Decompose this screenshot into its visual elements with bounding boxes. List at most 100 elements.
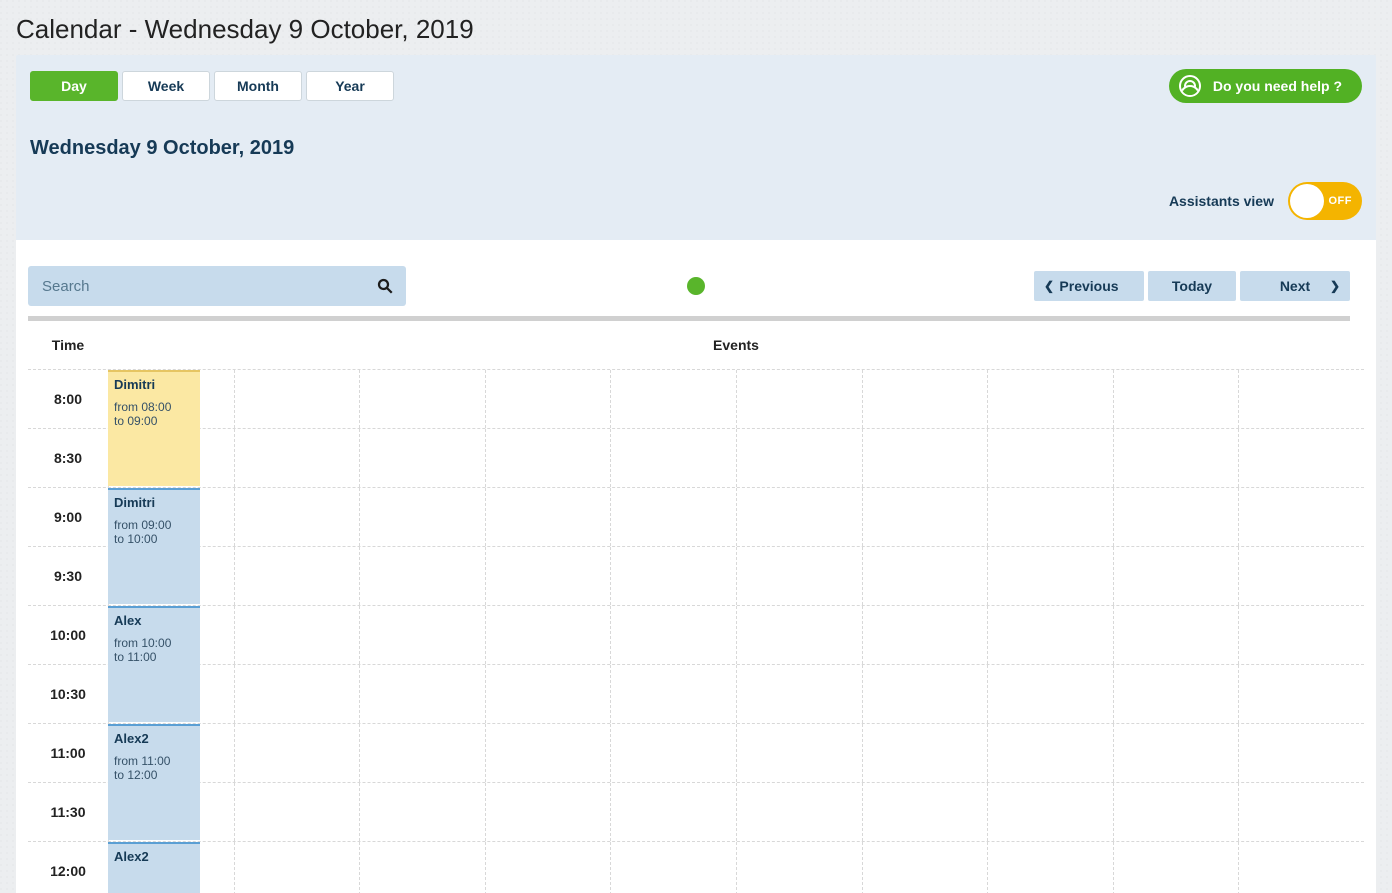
- tab-month[interactable]: Month: [214, 71, 302, 101]
- calendar-cell[interactable]: [359, 842, 485, 893]
- calendar-cell[interactable]: [610, 783, 736, 841]
- calendar-cell[interactable]: [1113, 842, 1239, 893]
- calendar-cell[interactable]: [1113, 724, 1239, 782]
- previous-button[interactable]: ❮ Previous: [1034, 271, 1144, 301]
- calendar-cell[interactable]: [862, 783, 988, 841]
- calendar-cell[interactable]: [862, 724, 988, 782]
- today-button[interactable]: Today: [1148, 271, 1236, 301]
- calendar-cell[interactable]: [1238, 606, 1364, 664]
- calendar-cell[interactable]: [862, 606, 988, 664]
- calendar-cell[interactable]: [359, 783, 485, 841]
- calendar-cell[interactable]: [862, 370, 988, 428]
- calendar-cell[interactable]: [1113, 783, 1239, 841]
- calendar-cell[interactable]: [736, 370, 862, 428]
- calendar-cell[interactable]: [736, 783, 862, 841]
- calendar-cell[interactable]: [862, 547, 988, 605]
- calendar-cell[interactable]: [234, 842, 360, 893]
- time-column-header: Time: [28, 337, 108, 353]
- search-input[interactable]: [28, 266, 406, 306]
- calendar-cell[interactable]: [987, 842, 1113, 893]
- calendar-cell[interactable]: [987, 783, 1113, 841]
- calendar-cell[interactable]: [610, 842, 736, 893]
- assistants-view-toggle[interactable]: OFF: [1288, 182, 1362, 220]
- calendar-cell[interactable]: [485, 665, 611, 723]
- help-button[interactable]: Do you need help ?: [1169, 69, 1362, 103]
- calendar-cell[interactable]: [610, 724, 736, 782]
- calendar-cell[interactable]: [1113, 429, 1239, 487]
- calendar-cell[interactable]: [485, 606, 611, 664]
- calendar-cell[interactable]: [485, 842, 611, 893]
- calendar-cell[interactable]: [862, 842, 988, 893]
- calendar-cell[interactable]: [234, 370, 360, 428]
- chevron-right-icon: ❯: [1330, 279, 1340, 293]
- calendar-cell[interactable]: [1238, 488, 1364, 546]
- calendar-cell[interactable]: [736, 488, 862, 546]
- calendar-cell[interactable]: [862, 429, 988, 487]
- calendar-cell[interactable]: [485, 488, 611, 546]
- calendar-cell[interactable]: [359, 547, 485, 605]
- calendar-cell[interactable]: [610, 370, 736, 428]
- next-button[interactable]: Next ❯: [1240, 271, 1350, 301]
- calendar-cell[interactable]: [987, 429, 1113, 487]
- calendar-cell[interactable]: [1113, 370, 1239, 428]
- calendar-cell[interactable]: [485, 429, 611, 487]
- calendar-cell[interactable]: [610, 429, 736, 487]
- calendar-cell[interactable]: [234, 724, 360, 782]
- calendar-cell[interactable]: [359, 606, 485, 664]
- calendar-cell[interactable]: [736, 724, 862, 782]
- calendar-cell[interactable]: [736, 606, 862, 664]
- calendar-cell[interactable]: [1238, 370, 1364, 428]
- calendar-cell[interactable]: [987, 488, 1113, 546]
- calendar-cell[interactable]: [862, 488, 988, 546]
- calendar-cell[interactable]: [359, 429, 485, 487]
- calendar-event[interactable]: Alex2: [108, 842, 200, 893]
- calendar-cell[interactable]: [736, 665, 862, 723]
- calendar-cell[interactable]: [987, 724, 1113, 782]
- calendar-event[interactable]: Dimitrifrom 09:00 to 10:00: [108, 488, 200, 604]
- calendar-event[interactable]: Alexfrom 10:00 to 11:00: [108, 606, 200, 722]
- calendar-cell[interactable]: [736, 429, 862, 487]
- search-button[interactable]: [370, 271, 400, 301]
- calendar-cell[interactable]: [610, 547, 736, 605]
- calendar-cell[interactable]: [1238, 547, 1364, 605]
- calendar-cell[interactable]: [359, 370, 485, 428]
- calendar-cell[interactable]: [1113, 665, 1239, 723]
- calendar-cell[interactable]: [610, 606, 736, 664]
- calendar-cell[interactable]: [1238, 429, 1364, 487]
- calendar-cell[interactable]: [610, 488, 736, 546]
- calendar-cell[interactable]: [485, 724, 611, 782]
- calendar-cell[interactable]: [1238, 665, 1364, 723]
- calendar-cell[interactable]: [234, 429, 360, 487]
- calendar-cell[interactable]: [987, 370, 1113, 428]
- tab-year[interactable]: Year: [306, 71, 394, 101]
- calendar-cell[interactable]: [359, 724, 485, 782]
- calendar-cell[interactable]: [610, 665, 736, 723]
- calendar-cell[interactable]: [1113, 606, 1239, 664]
- calendar-cell[interactable]: [1238, 724, 1364, 782]
- calendar-cell[interactable]: [987, 606, 1113, 664]
- tab-day[interactable]: Day: [30, 71, 118, 101]
- calendar-cell[interactable]: [359, 665, 485, 723]
- calendar-cell[interactable]: [1238, 842, 1364, 893]
- calendar-cell[interactable]: [234, 783, 360, 841]
- calendar-cell[interactable]: [736, 547, 862, 605]
- time-label: 12:00: [28, 842, 108, 893]
- calendar-cell[interactable]: [234, 488, 360, 546]
- calendar-cell[interactable]: [1113, 488, 1239, 546]
- calendar-cell[interactable]: [1113, 547, 1239, 605]
- calendar-cell[interactable]: [485, 370, 611, 428]
- calendar-cell[interactable]: [234, 606, 360, 664]
- calendar-cell[interactable]: [485, 547, 611, 605]
- calendar-cell[interactable]: [987, 665, 1113, 723]
- calendar-event[interactable]: Alex2from 11:00 to 12:00: [108, 724, 200, 840]
- calendar-cell[interactable]: [736, 842, 862, 893]
- calendar-event[interactable]: Dimitrifrom 08:00 to 09:00: [108, 370, 200, 486]
- calendar-cell[interactable]: [359, 488, 485, 546]
- calendar-cell[interactable]: [485, 783, 611, 841]
- calendar-cell[interactable]: [987, 547, 1113, 605]
- tab-week[interactable]: Week: [122, 71, 210, 101]
- calendar-cell[interactable]: [234, 665, 360, 723]
- calendar-cell[interactable]: [862, 665, 988, 723]
- calendar-cell[interactable]: [234, 547, 360, 605]
- calendar-cell[interactable]: [1238, 783, 1364, 841]
